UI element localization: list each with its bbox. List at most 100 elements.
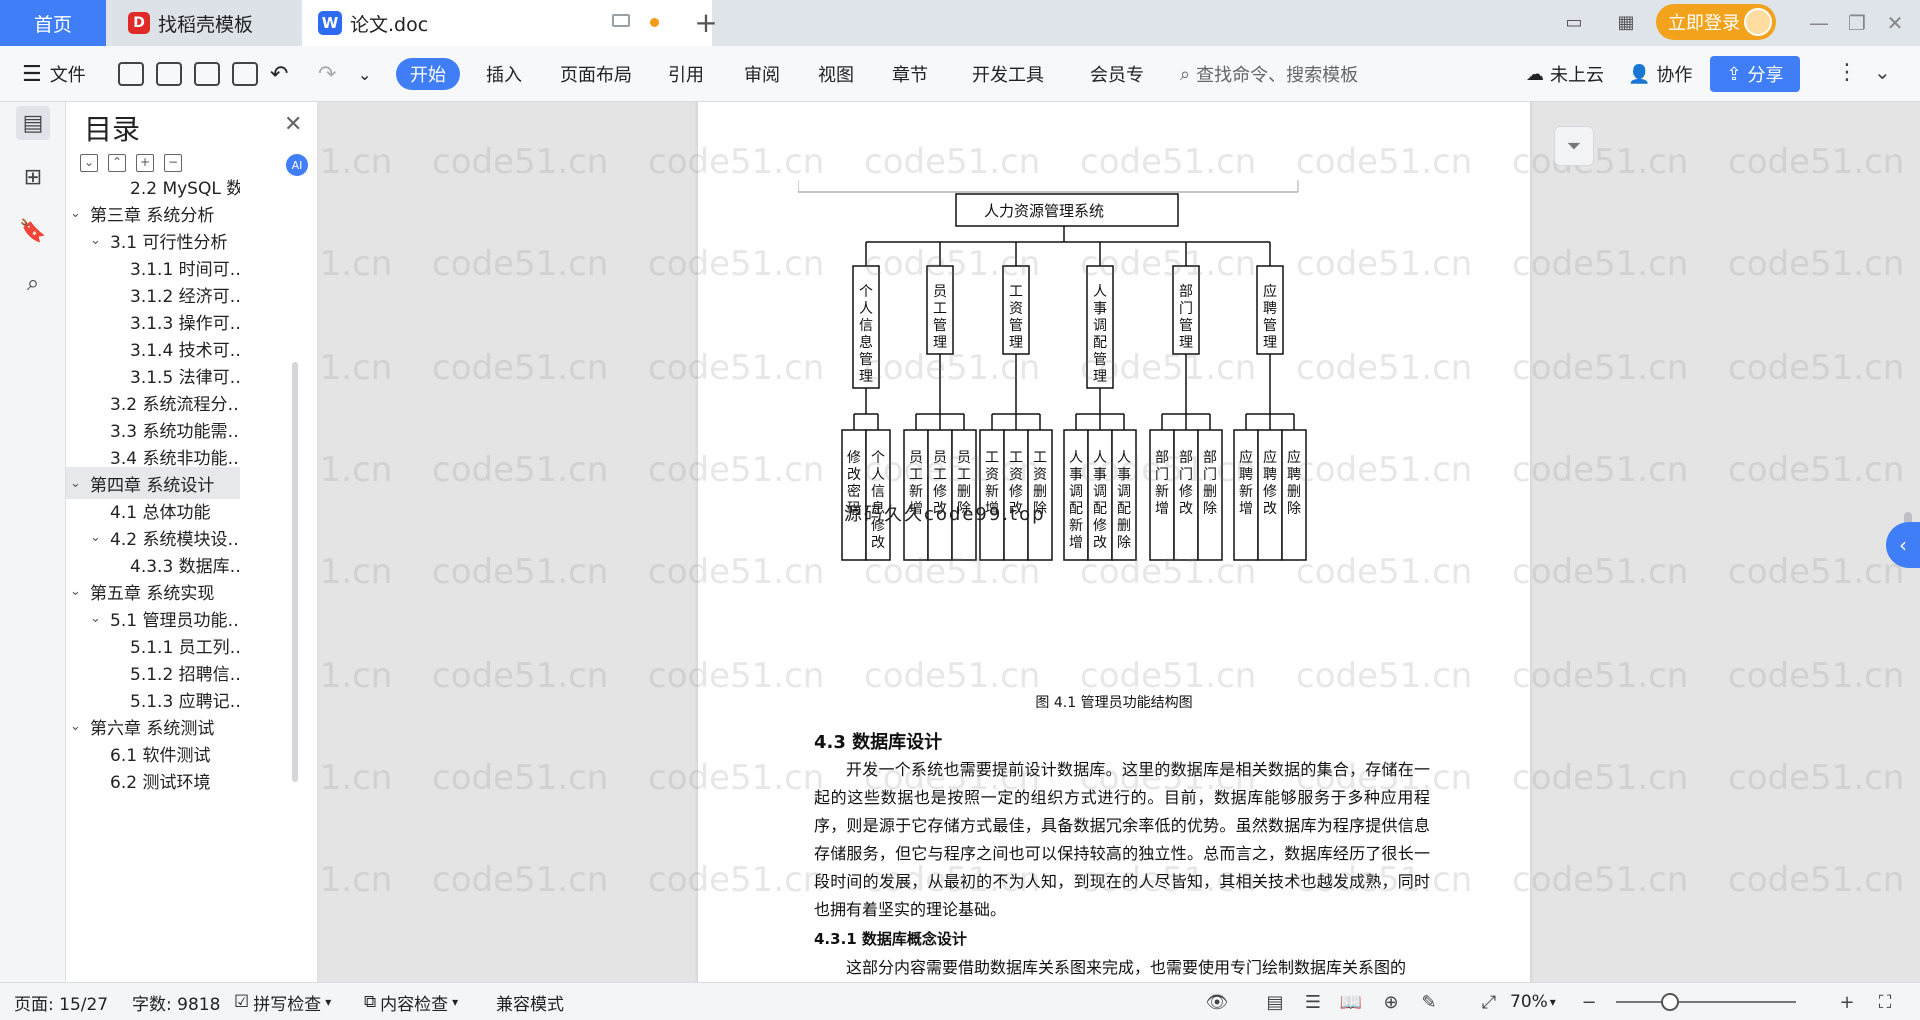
watermark-text: code51.cn <box>1512 552 1689 592</box>
find-icon[interactable]: ⌕ <box>16 266 50 300</box>
daoke-logo-icon: D <box>128 12 150 34</box>
toc-close-icon[interactable]: ✕ <box>284 112 302 137</box>
wps-writer-icon: W <box>318 11 342 35</box>
page-view-icon[interactable]: ▤ <box>1264 992 1286 1013</box>
outline-view-icon[interactable]: ☰ <box>1302 992 1324 1013</box>
tab-sections[interactable]: 章节 <box>892 46 928 102</box>
toc-scrollbar[interactable] <box>292 362 298 782</box>
watermark-text: code51.cn <box>1728 656 1905 696</box>
tab-developer[interactable]: 开发工具 <box>972 46 1044 102</box>
chevron-down-icon[interactable]: ⌄ <box>70 584 90 599</box>
bookmark-icon[interactable]: 🔖 <box>16 214 50 248</box>
watermark-text: code51.cn <box>318 552 393 592</box>
quick-access-dropdown-icon[interactable]: ⌄ <box>358 46 371 102</box>
module-label: 员工管理 <box>933 284 947 351</box>
toc-item-label: 3.1.3 操作可… <box>130 313 240 334</box>
tab-view[interactable]: 视图 <box>818 46 854 102</box>
zoom-out-icon[interactable]: − <box>1578 992 1600 1013</box>
reading-view-icon[interactable]: 📖 <box>1340 992 1362 1013</box>
body-paragraph: 开发一个系统也需要提前设计数据库。这里的数据库是相关数据的集合，存储在一起的这些… <box>814 760 1430 919</box>
body-paragraph-2: 这部分内容需要借助数据库关系图来完成，也需要使用专门绘制数据库关系图的 <box>846 958 1407 977</box>
redo-icon[interactable]: ↷ <box>318 46 336 102</box>
chevron-down-icon[interactable]: ⌄ <box>70 476 90 491</box>
watermark-text: code51.cn <box>1512 758 1689 798</box>
tab-member[interactable]: 会员专 <box>1090 46 1160 102</box>
subsection-heading: 4.3.1 数据库概念设计 <box>814 930 967 948</box>
grid-apps-icon[interactable]: ▦ <box>1612 10 1640 34</box>
write-view-icon[interactable]: ✎ <box>1418 992 1440 1013</box>
spell-dropdown-icon: ▾ <box>325 995 332 1009</box>
reading-layout-icon[interactable]: ▭ <box>1560 10 1588 34</box>
zoom-level[interactable]: 70% ▾ <box>1510 983 1556 1020</box>
collaborate-button[interactable]: 👤 协作 <box>1628 46 1692 102</box>
watermark-text: code51.cn <box>432 142 609 182</box>
tab-references[interactable]: 引用 <box>668 46 704 102</box>
document-page[interactable]: 人力资源管理系统 个人信息管理 修改密码 个人信息修改 员工管理 员工新增 员工修改 员工删除… <box>698 102 1530 982</box>
zoom-in-icon[interactable]: + <box>1836 992 1858 1013</box>
save-icon[interactable] <box>118 62 144 86</box>
function-label: 部门删除 <box>1203 450 1217 517</box>
file-menu[interactable]: ☰ 文件 <box>22 46 86 102</box>
tab-page-layout[interactable]: 页面布局 <box>560 46 632 102</box>
chevron-down-icon[interactable]: ⌄ <box>70 206 90 221</box>
chevron-down-icon[interactable]: ⌄ <box>90 611 110 626</box>
toc-panel-icon[interactable]: ▤ <box>16 106 50 140</box>
spell-check[interactable]: ☑ 拼写检查 ▾ <box>234 983 331 1020</box>
tab-insert[interactable]: 插入 <box>486 46 522 102</box>
print-preview-icon[interactable] <box>232 62 258 86</box>
figure-caption: 图 4.1 管理员功能结构图 <box>1035 695 1193 711</box>
toc-item-label: 3.1.1 时间可… <box>130 259 240 280</box>
watermark-text: code51.cn <box>318 860 393 900</box>
chevron-down-icon[interactable]: ⌄ <box>90 233 110 248</box>
fullscreen-icon[interactable]: ⛶ <box>1874 992 1896 1013</box>
watermark-text: code51.cn <box>318 656 393 696</box>
collapse-ribbon-icon[interactable]: ⌄ <box>1874 60 1891 84</box>
toc-item-label: 4.2 系统模块设… <box>110 529 240 550</box>
undo-icon[interactable]: ↶ <box>270 46 288 102</box>
export-pdf-icon[interactable] <box>156 62 182 86</box>
toc-item-label: 3.2 系统流程分… <box>110 394 240 415</box>
tab-home[interactable]: 首页 <box>0 0 106 46</box>
toc-item[interactable]: 6.2 测试环境 <box>66 764 240 796</box>
ai-assist-icon[interactable]: AI <box>286 154 308 176</box>
web-view-icon[interactable]: ⊕ <box>1380 992 1402 1013</box>
user-plus-icon: 👤 <box>1628 63 1651 85</box>
cloud-status[interactable]: ☁ 未上云 <box>1526 46 1604 102</box>
zoom-slider-thumb[interactable] <box>1661 993 1679 1011</box>
close-button[interactable]: ✕ <box>1880 8 1910 38</box>
content-dropdown-icon: ▾ <box>452 995 459 1009</box>
command-search-placeholder: 查找命令、搜索模板 <box>1196 65 1359 86</box>
new-tab-button[interactable]: + <box>688 4 724 40</box>
toc-item-label: 5.1.3 应聘记… <box>130 691 240 712</box>
content-check[interactable]: ⧉ 内容检查 ▾ <box>364 983 458 1020</box>
file-menu-label: 文件 <box>49 65 86 86</box>
tab-daoke-templates[interactable]: D 找稻壳模板 <box>112 0 298 46</box>
more-options-icon[interactable]: ⋮ <box>1836 60 1858 85</box>
fit-page-icon[interactable]: ⤢ <box>1478 992 1500 1013</box>
quick-tool-icon[interactable]: ⏷ <box>1554 126 1594 166</box>
watermark-text: code51.cn <box>1512 860 1689 900</box>
print-icon[interactable] <box>194 62 220 86</box>
word-count[interactable]: 字数: 9818 <box>132 983 220 1020</box>
page-indicator[interactable]: 页面: 15/27 <box>14 983 108 1020</box>
expand-side-panel-icon[interactable]: ‹ <box>1886 522 1920 568</box>
minimize-button[interactable]: — <box>1804 8 1834 38</box>
function-label: 部门修改 <box>1179 450 1193 517</box>
chevron-down-icon[interactable]: ⌄ <box>70 719 90 734</box>
navigation-icon[interactable]: ⊞ <box>16 160 50 194</box>
eye-protection-icon[interactable]: 👁 <box>1206 992 1229 1013</box>
zoom-slider[interactable] <box>1616 1001 1796 1003</box>
toc-item-label: 第三章 系统分析 <box>90 205 215 226</box>
screen-mode-icon[interactable] <box>612 14 630 27</box>
restore-button[interactable]: ❐ <box>1842 8 1872 38</box>
tab-start[interactable]: 开始 <box>396 58 460 90</box>
share-button[interactable]: ⇪ 分享 <box>1710 56 1800 92</box>
tab-review[interactable]: 审阅 <box>744 46 780 102</box>
chevron-down-icon[interactable]: ⌄ <box>90 530 110 545</box>
command-search[interactable]: ⌕ 查找命令、搜索模板 <box>1180 60 1400 88</box>
toc-item-label: 4.1 总体功能 <box>110 502 211 523</box>
spell-check-icon: ☑ <box>234 992 250 1012</box>
tab-document[interactable]: W 论文.doc <box>302 0 712 46</box>
org-root-label: 人力资源管理系统 <box>984 202 1104 220</box>
login-button[interactable]: 立即登录 <box>1656 4 1776 40</box>
